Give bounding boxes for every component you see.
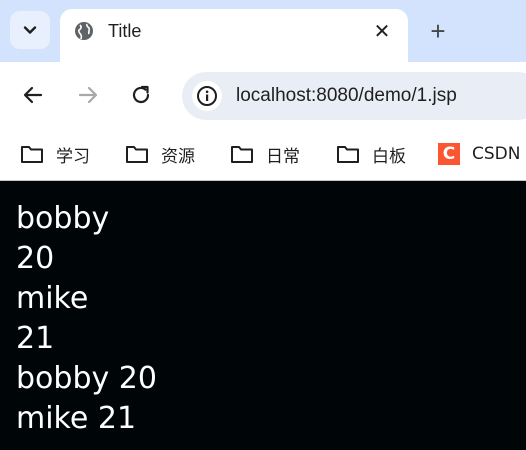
arrow-left-icon [23,86,43,104]
bookmark-folder-1[interactable]: 学习 [20,140,90,168]
reload-icon [132,85,150,104]
bookmark-label: CSDN [472,144,521,164]
tab-strip: Title ✕ + [0,0,526,62]
arrow-right-icon [78,86,98,104]
forward-button[interactable] [73,80,103,110]
folder-icon [231,146,253,163]
output-line: mike [16,281,89,316]
bookmark-csdn[interactable]: C CSDN [438,140,520,168]
reload-button[interactable] [126,80,156,110]
folder-icon [126,146,148,163]
bookmark-folder-2[interactable]: 资源 [125,140,195,168]
globe-icon [75,22,93,40]
bookmark-folder-3[interactable]: 日常 [230,140,300,168]
bookmark-label: 日常 [266,146,300,167]
output-line: bobby [16,201,110,236]
back-button[interactable] [18,80,48,110]
tab-close-button[interactable]: ✕ [370,19,394,43]
bookmark-label: 资源 [161,146,195,167]
url-text[interactable]: localhost:8080/demo/1.jsp [236,85,457,107]
output-line: mike 21 [16,401,137,436]
tab-active[interactable]: Title ✕ [60,9,408,62]
tab-title: Title [108,21,142,41]
folder-icon [337,146,359,163]
toolbar: localhost:8080/demo/1.jsp [0,62,526,130]
info-icon [197,86,217,106]
bookmark-folder-4[interactable]: 白板 [336,140,406,168]
browser-window: Title ✕ + localhost:8080/demo/1.jsp 学习 资… [0,0,526,450]
folder-icon [21,146,43,163]
bookmark-label: 白板 [372,146,406,167]
csdn-icon: C [438,143,460,165]
new-tab-button[interactable]: + [424,17,452,45]
address-bar[interactable]: localhost:8080/demo/1.jsp [182,72,526,120]
output-line: 20 [16,241,55,276]
tab-search-button[interactable] [10,11,50,49]
page-content: bobby 20 mike 21 bobby 20 mike 21 [0,181,526,450]
output-line: bobby 20 [16,361,157,396]
output-line: 21 [16,321,55,356]
site-info-button[interactable] [192,81,222,111]
bookmark-label: 学习 [56,146,90,167]
bookmarks-bar: 学习 资源 日常 白板 C CSDN [0,130,526,181]
chevron-down-icon [23,26,37,34]
